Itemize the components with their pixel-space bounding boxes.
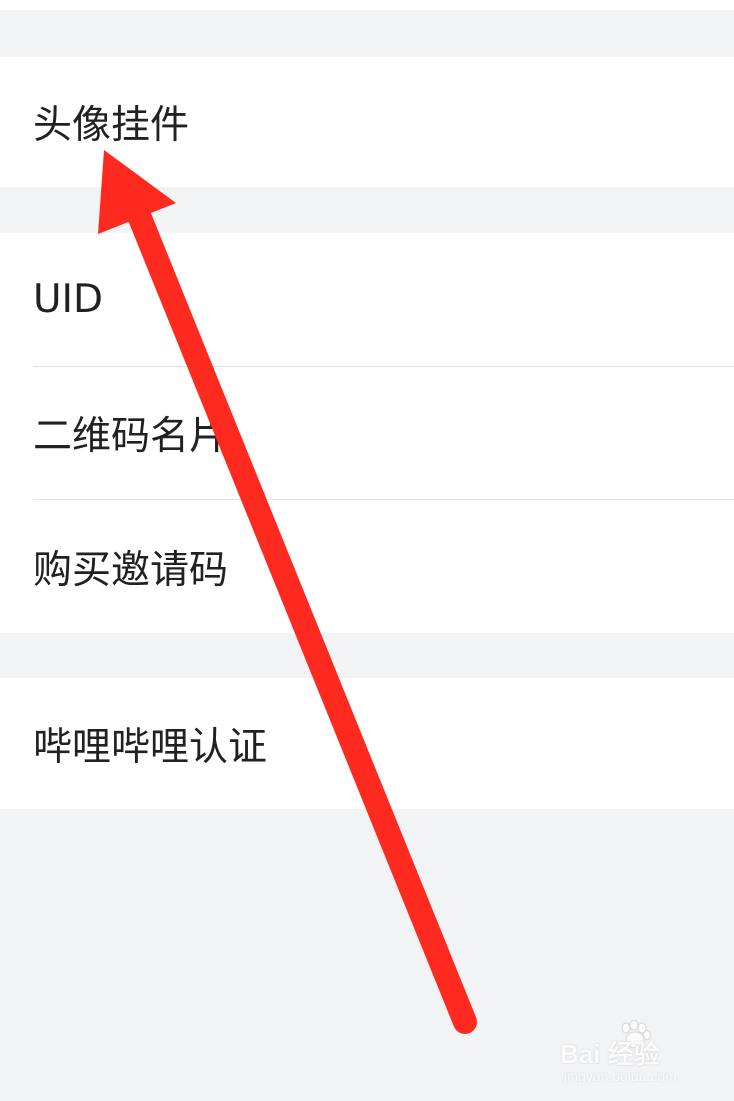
settings-item-avatar-pendant[interactable]: 头像挂件 — [0, 57, 734, 187]
settings-item-label: 购买邀请码 — [33, 547, 229, 593]
settings-group-account: UID 二维码名片 购买邀请码 — [0, 233, 734, 633]
watermark-url: jingyan.baidu.com — [564, 1068, 677, 1084]
settings-item-label: 哔哩哔哩认证 — [33, 724, 268, 770]
settings-group-avatar: 头像挂件 — [0, 57, 734, 187]
top-edge — [0, 0, 734, 10]
baidu-jingyan-watermark: Bai 经验 jingyan.baidu.com — [560, 1020, 700, 1090]
settings-item-invite-code[interactable]: 购买邀请码 — [0, 500, 734, 633]
settings-item-qr-card[interactable]: 二维码名片 — [0, 367, 734, 499]
settings-item-uid[interactable]: UID — [0, 233, 734, 366]
settings-item-bilibili-certification[interactable]: 哔哩哔哩认证 — [0, 678, 734, 809]
settings-group-certification: 哔哩哔哩认证 — [0, 678, 734, 809]
settings-item-label: UID — [33, 277, 104, 322]
settings-item-label: 二维码名片 — [33, 414, 229, 459]
settings-item-label: 头像挂件 — [33, 103, 190, 148]
watermark-brand: Bai 经验 — [560, 1039, 660, 1069]
